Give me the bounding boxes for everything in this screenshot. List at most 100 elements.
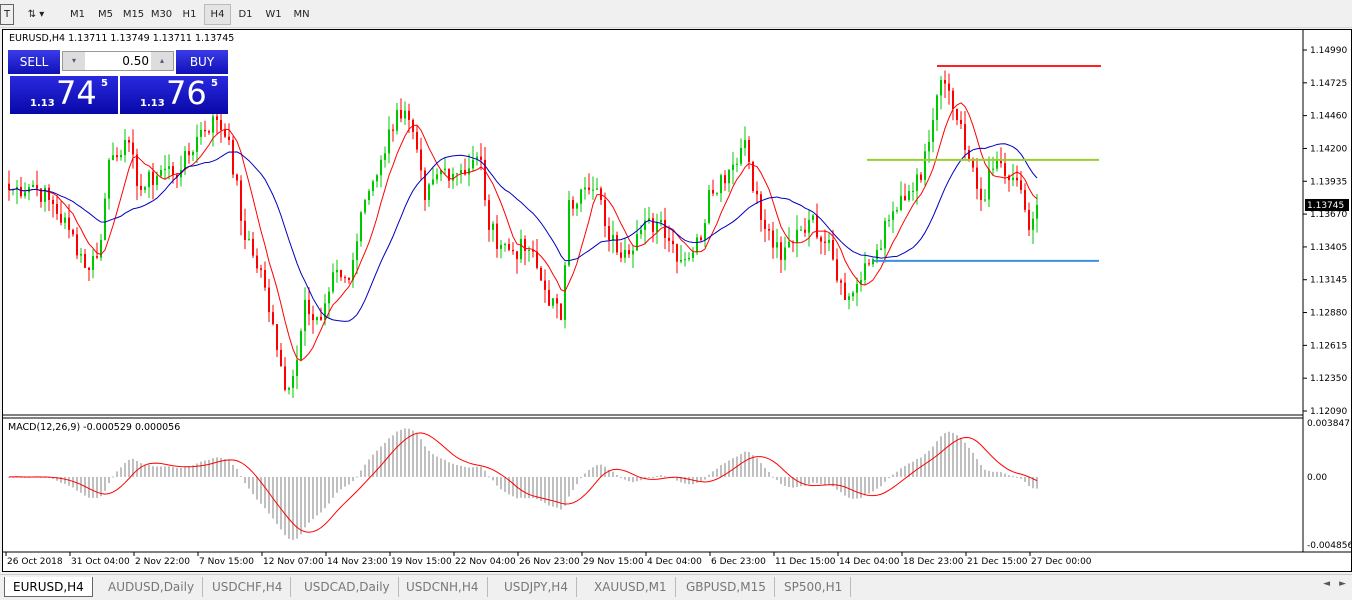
candle-body xyxy=(704,223,706,240)
lot-increase-button[interactable]: ▴ xyxy=(151,52,173,70)
macd-histogram-bar xyxy=(576,476,578,485)
tabs-scroll-left-icon[interactable]: ◄ xyxy=(1323,579,1330,589)
macd-histogram-bar xyxy=(536,476,538,500)
timeframe-w1[interactable]: W1 xyxy=(260,4,287,25)
timeframe-mn[interactable]: MN xyxy=(288,4,315,25)
tab-eurusd-h4[interactable]: EURUSD,H4 xyxy=(4,577,93,597)
candle-body xyxy=(836,259,838,281)
macd-histogram-bar xyxy=(856,476,858,499)
macd-histogram-bar xyxy=(484,470,486,477)
timeframe-m15[interactable]: M15 xyxy=(120,4,147,25)
macd-histogram-bar xyxy=(324,476,326,509)
buy-button[interactable]: BUY xyxy=(176,50,228,74)
lot-decrease-button[interactable]: ▾ xyxy=(63,52,85,70)
candle-body xyxy=(868,263,870,265)
macd-histogram-bar xyxy=(592,467,594,477)
sell-button[interactable]: SELL xyxy=(8,50,60,74)
macd-histogram-bar xyxy=(992,471,994,477)
candle-body xyxy=(728,170,730,184)
candle-body xyxy=(956,108,958,120)
macd-histogram-bar xyxy=(492,476,494,481)
macd-histogram-bar xyxy=(1028,476,1030,487)
macd-histogram-bar xyxy=(944,433,946,477)
macd-histogram-bar xyxy=(636,476,638,482)
candle-body xyxy=(300,331,302,360)
candle-body xyxy=(1032,218,1034,230)
candle-body xyxy=(312,314,314,321)
lot-size-input[interactable]: 0.50 xyxy=(87,54,149,68)
candle-body xyxy=(216,116,218,120)
macd-histogram-bar xyxy=(552,476,554,507)
macd-histogram-bar xyxy=(732,458,734,477)
macd-histogram-bar xyxy=(124,462,126,477)
candle-body xyxy=(340,269,342,278)
timeframe-h1[interactable]: H1 xyxy=(176,4,203,25)
candle-body xyxy=(36,184,38,189)
candle-body xyxy=(616,235,618,253)
candle-body xyxy=(780,242,782,260)
tab-usdcad-daily[interactable]: USDCAD,Daily xyxy=(296,577,399,597)
candle-body xyxy=(708,189,710,224)
time-label: 7 Nov 15:00 xyxy=(199,557,254,567)
time-label: 2 Nov 22:00 xyxy=(135,557,190,567)
macd-histogram-bar xyxy=(708,474,710,477)
text-tool-icon[interactable]: T xyxy=(0,4,14,25)
candle-body xyxy=(208,131,210,133)
macd-histogram-bar xyxy=(344,476,346,487)
macd-histogram-bar xyxy=(412,430,414,477)
tab-xauusd-m1[interactable]: XAUUSD,M1 xyxy=(586,577,676,597)
macd-histogram-bar xyxy=(616,474,618,477)
buy-price[interactable]: 1.13 76 5 xyxy=(120,74,228,114)
candle-body xyxy=(960,119,962,124)
tab-usdjpy-h4[interactable]: USDJPY,H4 xyxy=(496,577,577,597)
candle-body xyxy=(684,259,686,261)
tab-usdchf-h4[interactable]: USDCHF,H4 xyxy=(204,577,292,597)
candle-body xyxy=(316,316,318,321)
timeframe-m5[interactable]: M5 xyxy=(92,4,119,25)
macd-axis-label: 0.003847 xyxy=(1307,419,1350,429)
macd-histogram-bar xyxy=(928,450,930,477)
timeframe-m30[interactable]: M30 xyxy=(148,4,175,25)
macd-histogram-bar xyxy=(600,464,602,477)
tabs-scroll-right-icon[interactable]: ► xyxy=(1339,579,1346,589)
candle-body xyxy=(376,175,378,182)
macd-histogram-bar xyxy=(164,466,166,477)
candle-body xyxy=(324,303,326,320)
timeframe-h4[interactable]: H4 xyxy=(204,4,231,25)
tab-sp500-h1[interactable]: SP500,H1 xyxy=(776,577,852,597)
candle-body xyxy=(912,190,914,192)
tab-usdcnh-h4[interactable]: USDCNH,H4 xyxy=(398,577,488,597)
candle-body xyxy=(724,175,726,184)
tab-audusd-daily[interactable]: AUDUSD,Daily xyxy=(100,577,204,597)
time-label: 11 Dec 15:00 xyxy=(775,557,836,567)
macd-histogram-bar xyxy=(620,476,622,478)
macd-histogram-bar xyxy=(348,476,350,485)
candle-body xyxy=(848,296,850,300)
macd-histogram-bar xyxy=(848,476,850,498)
timeframe-d1[interactable]: D1 xyxy=(232,4,259,25)
candle-body xyxy=(584,187,586,190)
macd-histogram-bar xyxy=(952,432,954,477)
candle-body xyxy=(196,136,198,152)
candle-body xyxy=(148,171,150,188)
price-label: 1.14725 xyxy=(1310,79,1347,89)
timeframe-m1[interactable]: M1 xyxy=(64,4,91,25)
buy-price-point: 5 xyxy=(211,78,218,89)
candle-body xyxy=(468,168,470,175)
line-tools-dropdown-icon[interactable]: ⇅ ▾ xyxy=(20,4,52,25)
macd-histogram-bar xyxy=(652,476,654,478)
macd-histogram-bar xyxy=(292,476,294,540)
tab-gbpusd-m15[interactable]: GBPUSD,M15 xyxy=(678,577,775,597)
candle-body xyxy=(416,131,418,150)
candle-body xyxy=(500,245,502,249)
macd-histogram-bar xyxy=(916,458,918,477)
candle-body xyxy=(940,80,942,96)
macd-histogram-bar xyxy=(180,468,182,477)
candle-body xyxy=(508,243,510,250)
candle-body xyxy=(460,170,462,174)
macd-histogram-bar xyxy=(748,451,750,477)
macd-histogram-bar xyxy=(420,439,422,477)
candle-body xyxy=(680,259,682,262)
macd-histogram-bar xyxy=(624,476,626,480)
sell-price[interactable]: 1.13 74 5 xyxy=(10,74,118,114)
